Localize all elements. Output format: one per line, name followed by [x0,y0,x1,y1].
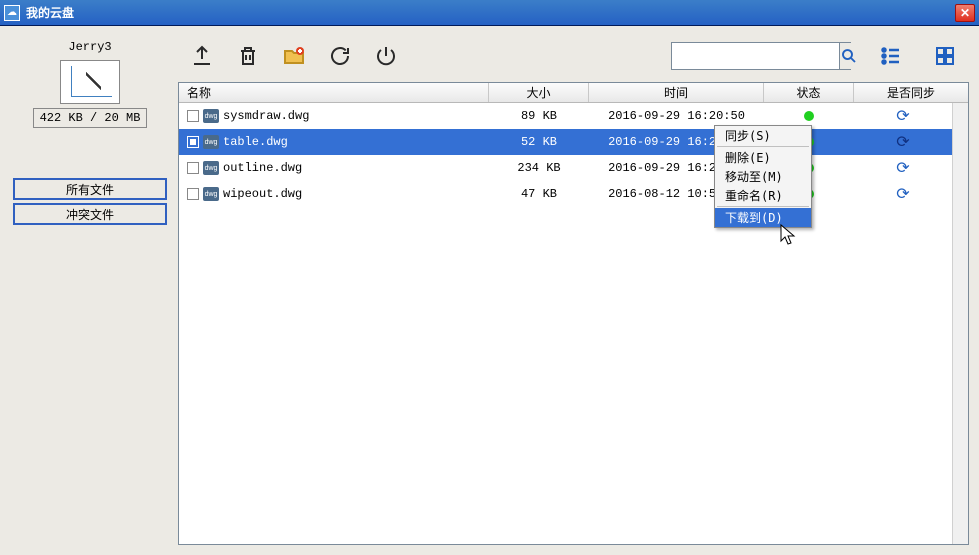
table-row[interactable]: dwg table.dwg 52 KB 2016-09-29 16:20:44 … [179,129,952,155]
sync-icon[interactable]: ⟳ [896,158,909,178]
row-checkbox[interactable] [187,162,199,174]
file-icon: dwg [203,187,219,201]
preview-thumbnail [60,60,120,104]
menu-sync[interactable]: 同步(S) [715,126,811,145]
file-size: 52 KB [489,135,589,149]
search-button[interactable] [839,43,858,69]
row-checkbox[interactable] [187,110,199,122]
titlebar: 我的云盘 ✕ [0,0,979,26]
search-box [671,42,851,70]
list-view-icon[interactable] [877,42,905,70]
app-icon [4,5,20,21]
column-size[interactable]: 大小 [489,83,589,102]
file-size: 234 KB [489,161,589,175]
storage-quota: 422 KB / 20 MB [33,108,148,128]
new-folder-icon[interactable] [280,42,308,70]
row-checkbox[interactable] [187,188,199,200]
menu-download[interactable]: 下载到(D) [715,208,811,227]
row-checkbox[interactable] [187,136,199,148]
sync-icon[interactable]: ⟳ [896,184,909,204]
file-name: sysmdraw.dwg [223,109,309,123]
table-row[interactable]: dwg sysmdraw.dwg 89 KB 2016-09-29 16:20:… [179,103,952,129]
sidebar: Jerry3 422 KB / 20 MB 所有文件 冲突文件 [10,36,170,545]
delete-icon[interactable] [234,42,262,70]
all-files-button[interactable]: 所有文件 [13,178,167,200]
toolbar [178,36,969,76]
scrollbar[interactable] [952,103,968,544]
table-header: 名称 大小 时间 状态 是否同步 [179,83,968,103]
file-icon: dwg [203,161,219,175]
file-name: table.dwg [223,135,288,149]
column-time[interactable]: 时间 [589,83,764,102]
column-name[interactable]: 名称 [179,83,489,102]
menu-rename[interactable]: 重命名(R) [715,186,811,205]
upload-icon[interactable] [188,42,216,70]
power-icon[interactable] [372,42,400,70]
column-status[interactable]: 状态 [764,83,854,102]
refresh-icon[interactable] [326,42,354,70]
table-row[interactable]: dwg wipeout.dwg 47 KB 2016-08-12 10:54:0… [179,181,952,207]
file-time: 2016-09-29 16:20:50 [589,109,764,123]
close-button[interactable]: ✕ [955,4,975,22]
sync-icon[interactable]: ⟳ [896,132,909,152]
file-icon: dwg [203,135,219,149]
conflict-files-button[interactable]: 冲突文件 [13,203,167,225]
file-size: 47 KB [489,187,589,201]
username-label: Jerry3 [68,40,111,54]
grid-view-icon[interactable] [931,42,959,70]
menu-delete[interactable]: 删除(E) [715,148,811,167]
search-input[interactable] [672,43,839,69]
status-indicator [804,111,814,121]
file-name: wipeout.dwg [223,187,302,201]
file-icon: dwg [203,109,219,123]
column-sync[interactable]: 是否同步 [854,83,968,102]
file-name: outline.dwg [223,161,302,175]
window-title: 我的云盘 [26,4,955,21]
menu-move[interactable]: 移动至(M) [715,167,811,186]
table-row[interactable]: dwg outline.dwg 234 KB 2016-09-29 16:20:… [179,155,952,181]
context-menu: 同步(S) 删除(E) 移动至(M) 重命名(R) 下载到(D) [714,125,812,228]
sync-icon[interactable]: ⟳ [896,106,909,126]
file-list: 名称 大小 时间 状态 是否同步 dwg sysmdraw.dwg 89 KB … [178,82,969,545]
file-size: 89 KB [489,109,589,123]
